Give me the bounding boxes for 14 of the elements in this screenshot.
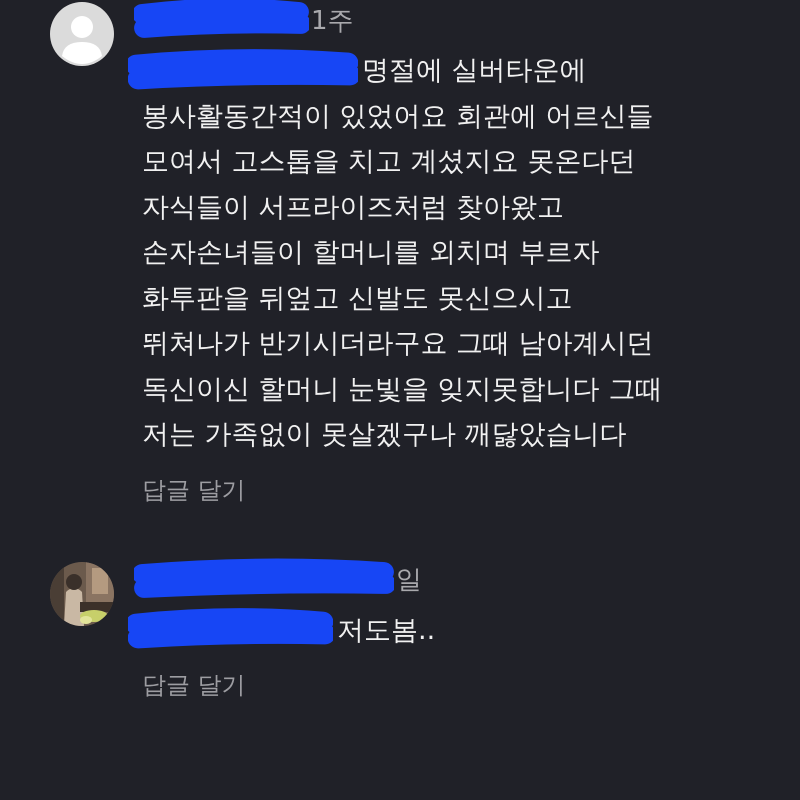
reply-link[interactable]: 답글 달기 <box>142 665 246 705</box>
reply-link[interactable]: 답글 달기 <box>142 470 246 510</box>
comment-text-line: 뛰쳐나가 반기시더라구요 그때 남아계시던 <box>142 327 654 362</box>
comment-text-line: 화투판을 뒤엎고 신발도 못신으시고 <box>142 282 573 316</box>
comment-text-line: 저는 가족없이 못살겠구나 깨닳았습니다 <box>142 418 627 452</box>
comment-text-line: 자식들이 서프라이즈처럼 찾아왔고 <box>142 190 564 225</box>
comment-time: 일 <box>396 564 422 597</box>
comment-text-line: 저도봄.. <box>337 614 436 648</box>
comment-text-line: 독신이신 할머니 눈빛을 잊지못합니다 그때 <box>142 372 662 407</box>
comment-text-line: 봉사활동간적이 있었어요 회관에 어르신들 <box>142 100 654 134</box>
comment-text-line: 명절에 실버타운에 <box>362 54 587 88</box>
comment-time: 1주 <box>311 4 354 38</box>
comment-text-line: 모여서 고스톱을 치고 계셨지요 못온다던 <box>142 145 636 180</box>
comment-text-line: 손자손녀들이 할머니를 외치며 부르자 <box>142 236 600 270</box>
